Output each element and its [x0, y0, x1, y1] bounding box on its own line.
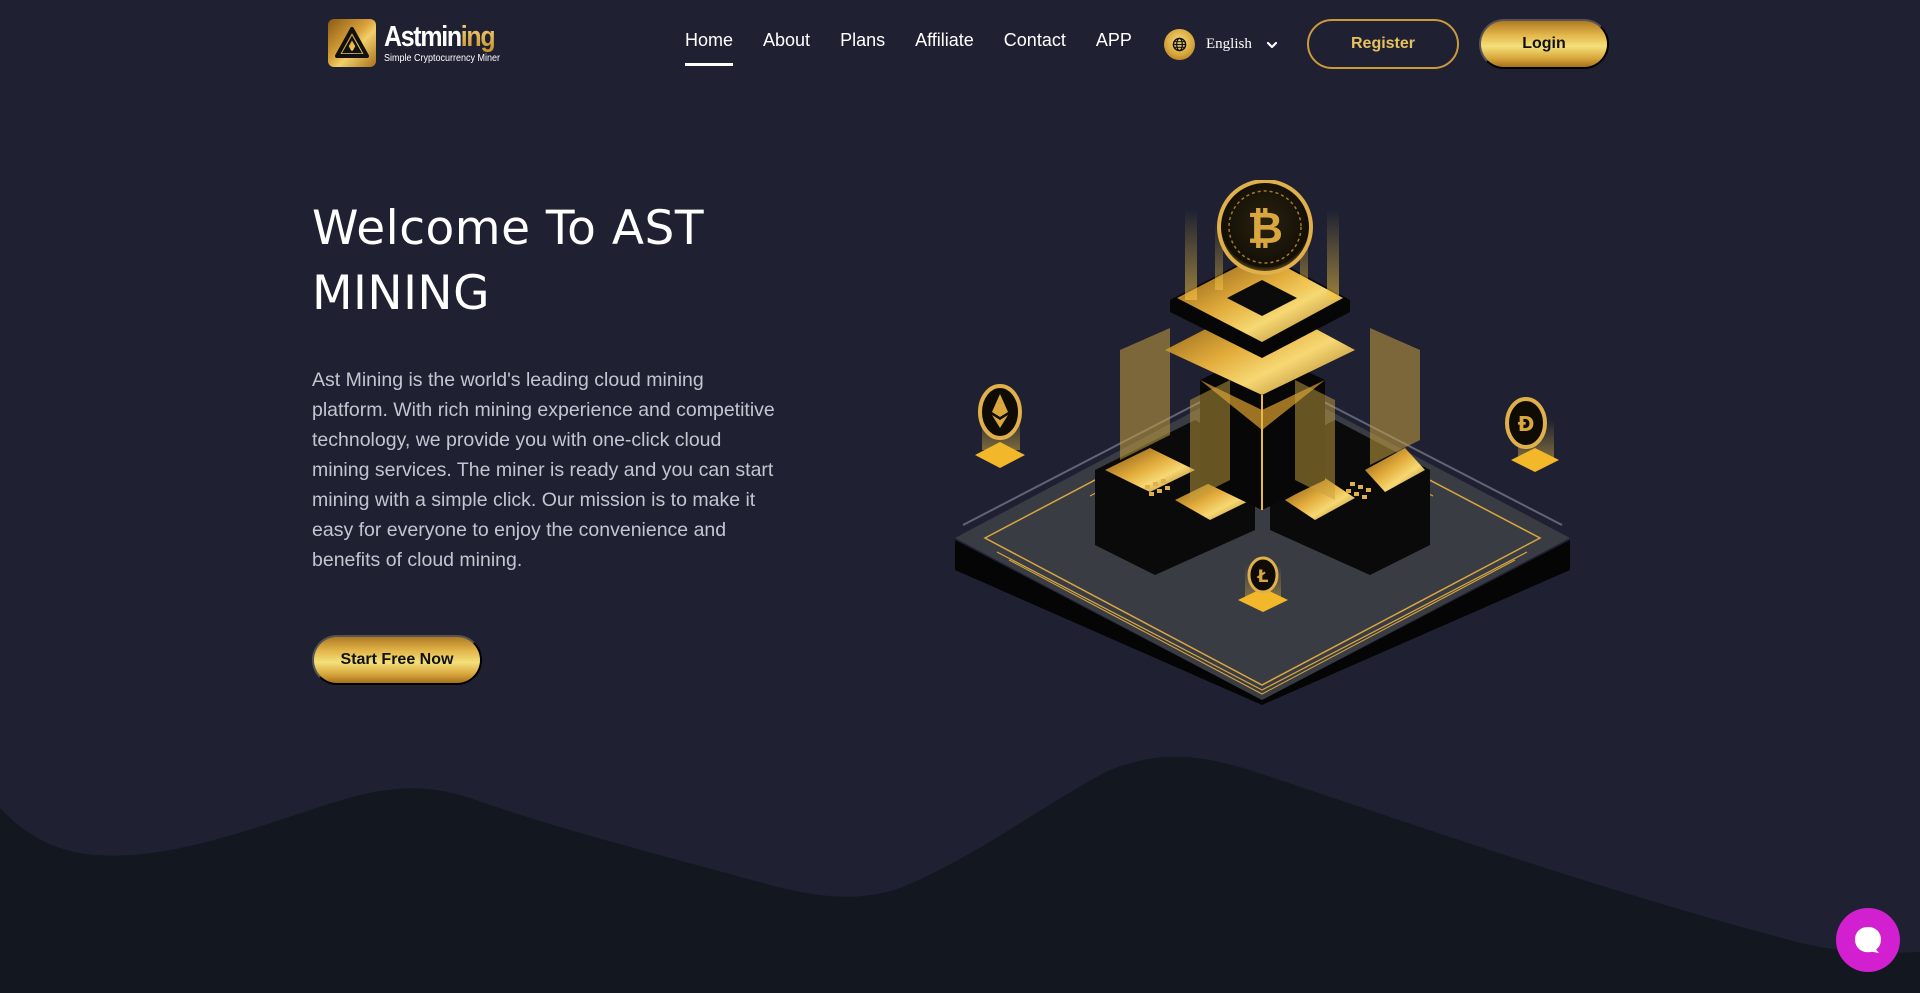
logo-wordmark: Astmining	[384, 21, 496, 53]
language-label: English	[1206, 36, 1252, 52]
nav-app[interactable]: APP	[1096, 30, 1132, 55]
start-free-now-button[interactable]: Start Free Now	[312, 635, 482, 685]
register-button[interactable]: Register	[1307, 19, 1459, 69]
chat-bubble-icon	[1855, 927, 1881, 953]
nav-contact[interactable]: Contact	[1004, 30, 1066, 55]
chevron-down-icon	[1266, 39, 1278, 51]
svg-text:Đ: Đ	[1518, 412, 1535, 436]
chat-button[interactable]	[1836, 908, 1900, 972]
bitcoin-coin-icon: ₿	[1217, 180, 1313, 275]
ethereum-coin-icon	[975, 384, 1025, 468]
hero-title: Welcome To AST MINING	[312, 201, 705, 321]
login-button[interactable]: Login	[1479, 19, 1609, 69]
nav-home[interactable]: Home	[685, 30, 734, 66]
main-nav: Home About Plans Affiliate Contact APP	[685, 30, 1162, 66]
nav-affiliate[interactable]: Affiliate	[915, 30, 974, 55]
globe-icon	[1164, 29, 1195, 60]
dash-coin-icon: Đ	[1505, 397, 1559, 472]
hero-description: Ast Mining is the world's leading cloud …	[312, 369, 775, 571]
logo-triangle-icon	[328, 19, 376, 67]
svg-text:Ł: Ł	[1257, 567, 1269, 587]
svg-text:₿: ₿	[1247, 203, 1283, 254]
language-selector[interactable]: English	[1164, 29, 1278, 60]
mining-platform-illustration: ₿ Đ Ł	[955, 180, 1570, 705]
nav-plans[interactable]: Plans	[840, 30, 885, 55]
background-wave	[0, 756, 1920, 993]
site-header: Astmining Simple Cryptocurrency Miner Ho…	[0, 0, 1920, 88]
logo-tagline: Simple Cryptocurrency Miner	[384, 53, 501, 64]
nav-about[interactable]: About	[763, 30, 810, 55]
logo[interactable]: Astmining Simple Cryptocurrency Miner	[328, 19, 513, 67]
